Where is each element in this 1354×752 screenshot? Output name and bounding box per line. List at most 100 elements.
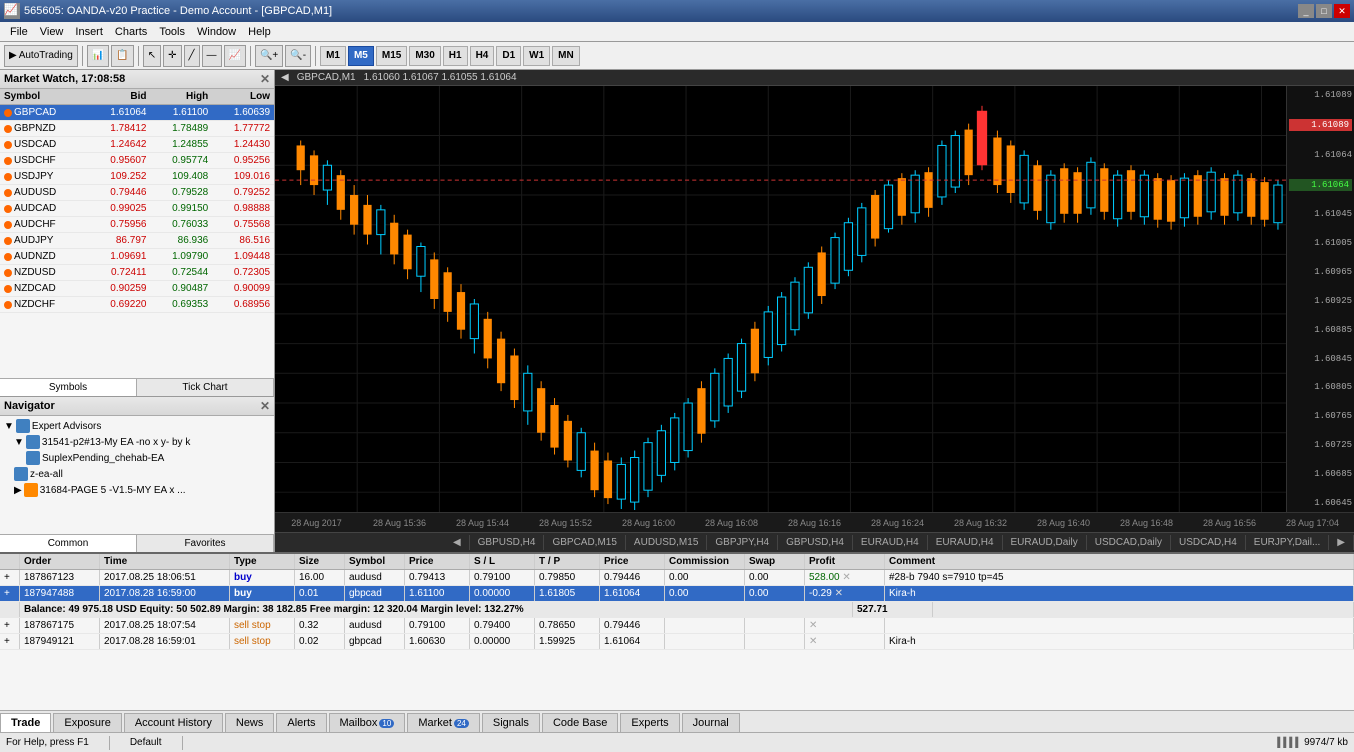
line-button[interactable]: ╱ — [184, 45, 200, 67]
symbol-tab[interactable]: USDCAD,Daily — [1087, 535, 1171, 550]
tf-h1-button[interactable]: H1 — [443, 46, 468, 66]
market-watch-row[interactable]: AUDJPY 86.797 86.936 86.516 — [0, 233, 274, 249]
terminal-tab-mailbox[interactable]: Mailbox10 — [329, 713, 406, 732]
menu-tools[interactable]: Tools — [153, 24, 191, 40]
row4-close[interactable]: ✕ — [809, 620, 817, 631]
market-watch-row[interactable]: AUDCAD 0.99025 0.99150 0.98888 — [0, 201, 274, 217]
row1-type: buy — [230, 570, 295, 585]
row5-price: 1.60630 — [405, 634, 470, 649]
price-7: 1.60885 — [1289, 325, 1352, 335]
row1-sl: 0.79100 — [470, 570, 535, 585]
crosshair-button[interactable]: ✛ — [163, 45, 181, 67]
tf-m15-button[interactable]: M15 — [376, 46, 407, 66]
market-watch-row[interactable]: GBPNZD 1.78412 1.78489 1.77772 — [0, 121, 274, 137]
balance-profit: 527.71 — [853, 602, 933, 617]
market-watch-row[interactable]: AUDCHF 0.75956 0.76033 0.75568 — [0, 217, 274, 233]
term-col-price: Price — [405, 554, 470, 569]
tf-m1-button[interactable]: M1 — [320, 46, 346, 66]
cursor-button[interactable]: ↖ — [143, 45, 161, 67]
nav-item-ea-3[interactable]: z-ea-all — [2, 466, 272, 482]
menu-insert[interactable]: Insert — [69, 24, 109, 40]
terminal-tab-account-history[interactable]: Account History — [124, 713, 223, 732]
status-profile: Default — [130, 737, 162, 748]
market-watch-row[interactable]: NZDCAD 0.90259 0.90487 0.90099 — [0, 281, 274, 297]
tf-h4-button[interactable]: H4 — [470, 46, 495, 66]
nav-tab-favorites[interactable]: Favorites — [137, 535, 274, 552]
trendline-button[interactable]: 📈 — [224, 45, 246, 67]
nav-item-ea-4[interactable]: ▶ 31684-PAGE 5 -V1.5-MY EA x ... — [2, 482, 272, 498]
menu-view[interactable]: View — [34, 24, 70, 40]
menu-file[interactable]: File — [4, 24, 34, 40]
chart-canvas[interactable]: 1.61089 1.61089 1.61064 1.61064 1.61045 … — [275, 86, 1354, 512]
tf-m30-button[interactable]: M30 — [409, 46, 440, 66]
symbol-tab[interactable]: USDCAD,H4 — [1171, 535, 1246, 550]
hline-button[interactable]: — — [202, 45, 222, 67]
chart-symbol-price: GBPCAD,M1 — [297, 72, 356, 83]
symbol-tab[interactable]: GBPJPY,H4 — [707, 535, 778, 550]
row5-close[interactable]: ✕ — [809, 636, 817, 647]
nav-item-ea-folder[interactable]: ▼ Expert Advisors — [2, 418, 272, 434]
symbol-tab[interactable]: GBPUSD,H4 — [778, 535, 853, 550]
menu-window[interactable]: Window — [191, 24, 242, 40]
mw-tab-symbols[interactable]: Symbols — [0, 379, 137, 396]
navigator-title: Navigator — [4, 400, 55, 412]
sym-tab-prev[interactable]: ◀ — [445, 535, 470, 550]
terminal-tab-signals[interactable]: Signals — [482, 713, 540, 732]
symbol-tabs: ◀GBPUSD,H4GBPCAD,M15AUDUSD,M15GBPJPY,H4G… — [275, 532, 1354, 552]
zoom-in-button[interactable]: 🔍+ — [255, 45, 283, 67]
sym-tab-next[interactable]: ▶ — [1329, 535, 1354, 550]
nav-ea-icon — [16, 419, 30, 433]
new-chart-button[interactable]: 📊 — [87, 45, 109, 67]
row4-time: 2017.08.25 18:07:54 — [100, 618, 230, 633]
symbol-tab[interactable]: GBPCAD,M15 — [544, 535, 625, 550]
balance-comment — [933, 602, 1354, 617]
row5-tp: 1.59925 — [535, 634, 600, 649]
market-watch-close[interactable]: ✕ — [260, 72, 270, 86]
symbol-tab[interactable]: EURAUD,H4 — [928, 535, 1003, 550]
close-button[interactable]: ✕ — [1334, 4, 1350, 18]
terminal-tab-code-base[interactable]: Code Base — [542, 713, 618, 732]
menu-charts[interactable]: Charts — [109, 24, 153, 40]
market-watch-row[interactable]: AUDUSD 0.79446 0.79528 0.79252 — [0, 185, 274, 201]
terminal-tab-exposure[interactable]: Exposure — [53, 713, 121, 732]
minimize-button[interactable]: _ — [1298, 4, 1314, 18]
symbol-tab[interactable]: GBPUSD,H4 — [470, 535, 545, 550]
market-watch-row[interactable]: AUDNZD 1.09691 1.09790 1.09448 — [0, 249, 274, 265]
market-watch-row[interactable]: NZDCHF 0.69220 0.69353 0.68956 — [0, 297, 274, 313]
terminal-tab-experts[interactable]: Experts — [620, 713, 679, 732]
price-10: 1.60765 — [1289, 411, 1352, 421]
tf-w1-button[interactable]: W1 — [523, 46, 550, 66]
terminal-tab-alerts[interactable]: Alerts — [276, 713, 326, 732]
market-watch-row[interactable]: USDJPY 109.252 109.408 109.016 — [0, 169, 274, 185]
zoom-out-button[interactable]: 🔍- — [285, 45, 311, 67]
templates-button[interactable]: 📋 — [111, 45, 133, 67]
symbol-tab[interactable]: EURAUD,H4 — [853, 535, 928, 550]
nav-item-ea-1[interactable]: ▼ 31541-p2#13-My EA -no x y- by k — [2, 434, 272, 450]
symbol-tab[interactable]: EURAUD,Daily — [1003, 535, 1087, 550]
window-controls: _ □ ✕ — [1298, 4, 1350, 18]
tf-d1-button[interactable]: D1 — [496, 46, 521, 66]
nav-tab-common[interactable]: Common — [0, 535, 137, 552]
tf-m5-button[interactable]: M5 — [348, 46, 374, 66]
restore-button[interactable]: □ — [1316, 4, 1332, 18]
row1-close[interactable]: ✕ — [842, 572, 850, 583]
terminal-tab-market[interactable]: Market24 — [407, 713, 480, 732]
symbol-tab[interactable]: AUDUSD,M15 — [626, 535, 707, 550]
market-watch-row[interactable]: USDCAD 1.24642 1.24855 1.24430 — [0, 137, 274, 153]
nav-item-ea-2[interactable]: SuplexPending_chehab-EA — [2, 450, 272, 466]
tf-mn-button[interactable]: MN — [552, 46, 580, 66]
mw-tab-tickchart[interactable]: Tick Chart — [137, 379, 274, 396]
terminal-tab-journal[interactable]: Journal — [682, 713, 740, 732]
terminal-tab-news[interactable]: News — [225, 713, 275, 732]
market-watch-row[interactable]: GBPCAD 1.61064 1.61100 1.60639 — [0, 105, 274, 121]
market-watch-row[interactable]: NZDUSD 0.72411 0.72544 0.72305 — [0, 265, 274, 281]
autotrading-button[interactable]: ▶ AutoTrading — [4, 45, 78, 67]
terminal-tab-trade[interactable]: Trade — [0, 713, 51, 732]
symbol-tab[interactable]: EURJPY,Dail... — [1246, 535, 1330, 550]
row5-type: sell stop — [230, 634, 295, 649]
navigator-close[interactable]: ✕ — [260, 399, 270, 413]
menu-help[interactable]: Help — [242, 24, 277, 40]
market-watch-row[interactable]: USDCHF 0.95607 0.95774 0.95256 — [0, 153, 274, 169]
row2-close[interactable]: ✕ — [835, 588, 843, 599]
time-label: 28 Aug 16:32 — [939, 518, 1022, 528]
